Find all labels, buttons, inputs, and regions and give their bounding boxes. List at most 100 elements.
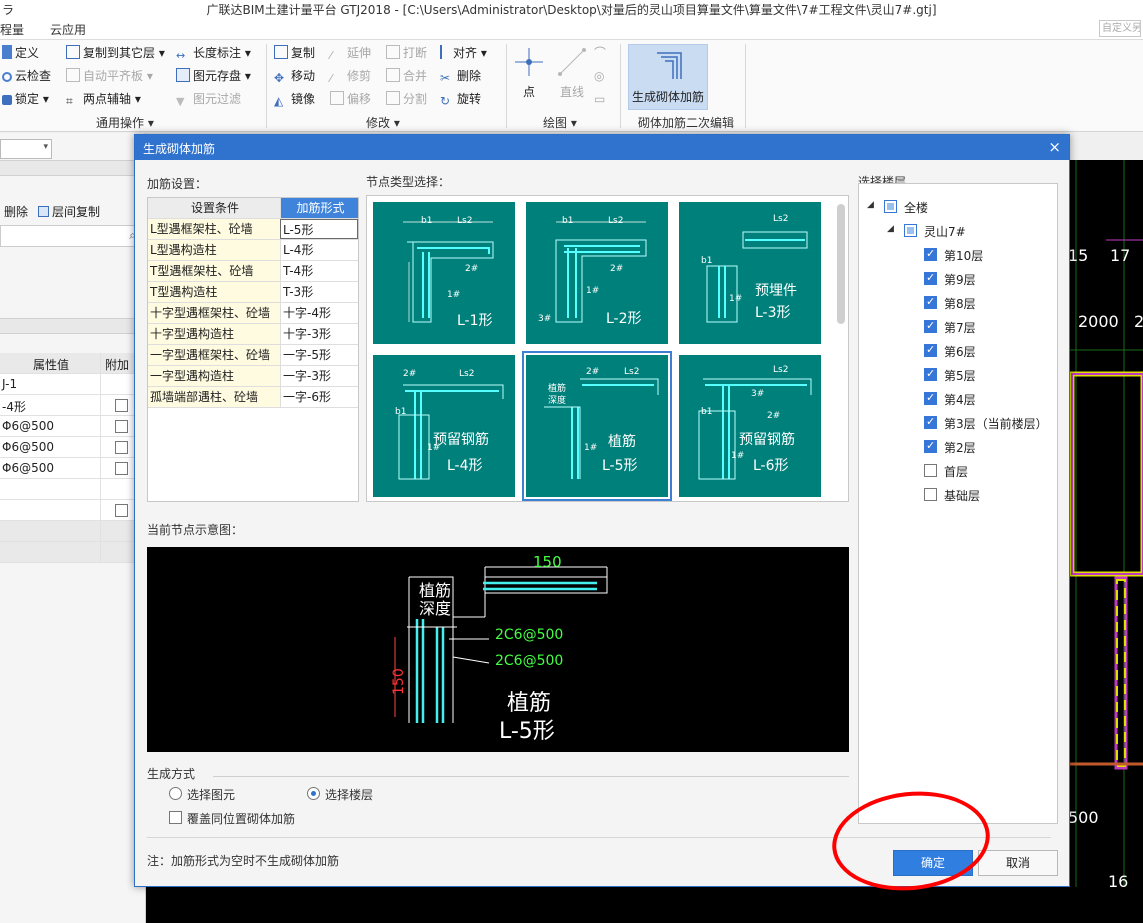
tree-item-floor[interactable]: 第9层 <box>859 270 1055 288</box>
tree-item-floor[interactable]: 第8层 <box>859 294 1055 312</box>
tree-checkbox[interactable] <box>924 295 937 309</box>
node-option-l1[interactable]: b1 Ls2 2# 1# L-1形 <box>373 202 515 344</box>
table-row[interactable]: L型遇框架柱、砼墙 L-5形 <box>148 219 358 240</box>
table-row[interactable]: L型遇构造柱 L-4形 <box>148 240 358 261</box>
table-row[interactable]: 孤墙端部遇柱、砼墙 一字-6形 <box>148 387 358 408</box>
auto-align-slab-button[interactable]: 自动平齐板 ▾ <box>66 66 153 86</box>
node-grid-scrollbar[interactable] <box>837 204 845 324</box>
row-checkbox[interactable] <box>115 504 128 517</box>
panel-delete-button[interactable]: 删除 <box>4 203 28 220</box>
table-row[interactable]: -4形 <box>0 395 146 416</box>
cad-canvas[interactable]: 15 17 2000 2 500 16 <box>1068 160 1143 923</box>
lock-button[interactable]: 锁定 ▾ <box>2 89 49 109</box>
close-icon[interactable]: × <box>1048 138 1061 156</box>
table-row[interactable]: 一字型遇构造柱 一字-3形 <box>148 366 358 387</box>
trim-button[interactable]: ⁄ 修剪 <box>330 66 371 86</box>
tree-checkbox[interactable] <box>924 464 937 477</box>
save-element-button[interactable]: 图元存盘 ▾ <box>176 66 251 86</box>
collapse-icon[interactable]: ◢ <box>887 224 894 234</box>
tree-item-floor[interactable]: 第3层（当前楼层） <box>859 414 1055 432</box>
rect-tool-button[interactable]: ▭ <box>594 89 605 109</box>
node-option-l6[interactable]: Ls2 3# 2# b1 1# 预留钢筋 L-6形 <box>679 355 821 497</box>
dim-label: b1 <box>562 216 574 226</box>
tree-item-floor[interactable]: 第2层 <box>859 438 1055 456</box>
table-row[interactable]: 十字型遇构造柱 十字-3形 <box>148 324 358 345</box>
split-button[interactable]: 分割 <box>386 89 427 109</box>
tree-item-floor[interactable]: 第6层 <box>859 342 1055 360</box>
tree-checkbox[interactable] <box>904 224 917 237</box>
row-checkbox[interactable] <box>115 441 128 454</box>
collapse-icon[interactable]: ◢ <box>867 200 874 210</box>
rotate-button[interactable]: ↻ 旋转 <box>440 89 481 109</box>
row-checkbox[interactable] <box>115 399 128 412</box>
table-row[interactable]: Φ6@500 <box>0 437 146 458</box>
tree-item-floor[interactable]: 第10层 <box>859 246 1055 264</box>
ribbon-search-input[interactable]: 自定义另 <box>1099 20 1141 37</box>
overwrite-checkbox[interactable] <box>169 811 182 824</box>
menu-item-cloud[interactable]: 云应用 <box>50 21 86 38</box>
tree-item-floor[interactable]: 第7层 <box>859 318 1055 336</box>
table-row[interactable]: T型遇框架柱、砼墙 T-4形 <box>148 261 358 282</box>
tree-checkbox[interactable] <box>924 488 937 501</box>
floor-combo[interactable] <box>0 139 52 159</box>
floor-copy-button[interactable]: 层间复制 <box>38 203 100 220</box>
draw-point-button[interactable]: 点 <box>510 44 548 104</box>
row-checkbox[interactable] <box>115 420 128 433</box>
extend-button[interactable]: ⁄ 延伸 <box>330 43 371 63</box>
node-option-l4[interactable]: 2# Ls2 b1 1# 预留钢筋 L-4形 <box>373 355 515 497</box>
copy-to-other-floor-button[interactable]: 复制到其它层 ▾ <box>66 43 165 63</box>
mirror-button[interactable]: ◭ 镜像 <box>274 89 315 109</box>
radio-select-element[interactable] <box>169 787 182 800</box>
table-row[interactable] <box>0 479 146 500</box>
tree-checkbox[interactable] <box>924 247 937 261</box>
generate-masonry-rebar-button[interactable]: 生成砌体加筋 <box>628 44 708 110</box>
table-row[interactable] <box>0 500 146 521</box>
tree-checkbox[interactable] <box>924 391 937 405</box>
length-dimension-button[interactable]: ↔ 长度标注 ▾ <box>176 43 251 63</box>
tree-checkbox[interactable] <box>924 319 937 333</box>
merge-button[interactable]: 合并 <box>386 66 427 86</box>
two-point-axis-button[interactable]: ⌗ 两点辅轴 ▾ <box>66 89 141 109</box>
define-button[interactable]: 定义 <box>2 43 39 63</box>
tree-item-all[interactable]: ◢ 全楼 <box>859 198 1055 216</box>
arc-tool-button[interactable]: ⌒ <box>594 43 606 63</box>
tree-checkbox[interactable] <box>884 200 897 213</box>
circle-tool-button[interactable]: ◎ <box>594 66 604 86</box>
element-filter-button[interactable]: ▼ 图元过滤 <box>176 89 241 109</box>
row-checkbox[interactable] <box>115 462 128 475</box>
table-row[interactable]: Φ6@500 <box>0 416 146 437</box>
ok-button[interactable]: 确定 <box>893 850 973 876</box>
tree-checkbox[interactable] <box>924 271 937 285</box>
delete-button[interactable]: ✂ 删除 <box>440 66 481 86</box>
tree-checkbox[interactable] <box>924 439 937 453</box>
table-row[interactable]: J-1 <box>0 374 146 395</box>
panel-search-input[interactable]: ⌕ <box>0 225 140 247</box>
cancel-button[interactable]: 取消 <box>978 850 1058 876</box>
tree-item-floor[interactable]: 首层 <box>859 462 1055 480</box>
node-option-l5[interactable]: 2# Ls2 植筋 深度 1# 植筋 L-5形 <box>522 351 672 501</box>
copy-button[interactable]: 复制 <box>274 43 315 63</box>
offset-button[interactable]: 偏移 <box>330 89 371 109</box>
tree-item-floor[interactable]: 基础层 <box>859 486 1055 504</box>
merge-icon <box>386 68 400 82</box>
cloud-check-button[interactable]: 云检查 <box>2 66 51 86</box>
move-button[interactable]: ✥ 移动 <box>274 66 315 86</box>
menu-item-quantity[interactable]: 程量 <box>0 21 24 38</box>
tree-checkbox[interactable] <box>924 415 937 429</box>
table-row[interactable]: T型遇构造柱 T-3形 <box>148 282 358 303</box>
tree-item-project[interactable]: ◢ 灵山7# <box>859 222 1055 240</box>
radio-select-floor[interactable] <box>307 787 320 800</box>
cad-canvas-bottom[interactable] <box>146 887 1143 923</box>
align-button[interactable]: 对齐 ▾ <box>440 43 487 63</box>
table-row[interactable]: 一字型遇框架柱、砼墙 一字-5形 <box>148 345 358 366</box>
node-option-l3[interactable]: Ls2 b1 1# 预埋件 L-3形 <box>679 202 821 344</box>
break-button[interactable]: 打断 <box>386 43 427 63</box>
tree-checkbox[interactable] <box>924 343 937 357</box>
draw-line-button[interactable]: 直线 <box>552 44 592 104</box>
tree-checkbox[interactable] <box>924 367 937 381</box>
tree-item-floor[interactable]: 第5层 <box>859 366 1055 384</box>
node-option-l2[interactable]: b1 Ls2 2# 1# 3# L-2形 <box>526 202 668 344</box>
tree-item-floor[interactable]: 第4层 <box>859 390 1055 408</box>
table-row[interactable]: 十字型遇框架柱、砼墙 十字-4形 <box>148 303 358 324</box>
table-row[interactable]: Φ6@500 <box>0 458 146 479</box>
